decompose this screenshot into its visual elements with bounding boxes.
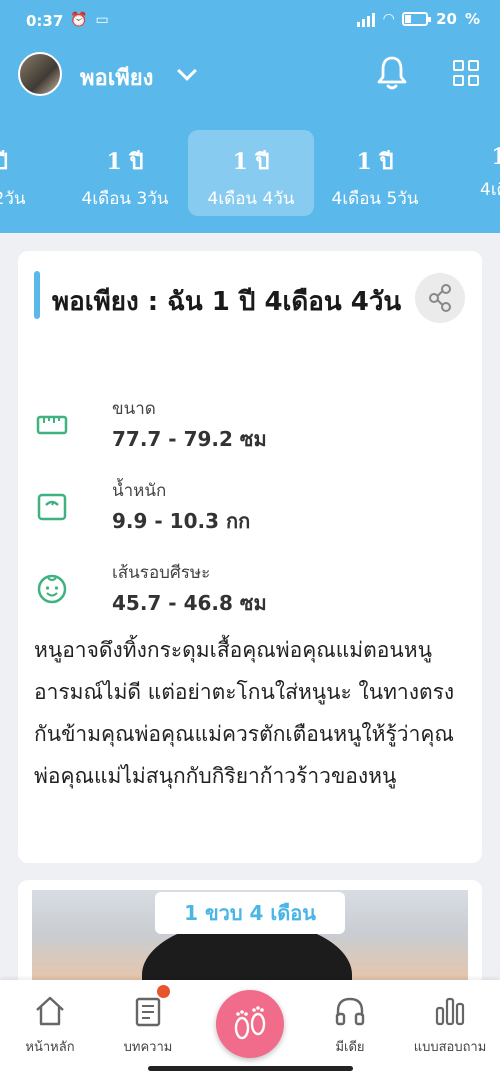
bell-icon[interactable] — [376, 55, 408, 91]
ruler-icon — [36, 415, 68, 435]
chevron-down-icon[interactable] — [177, 61, 197, 81]
stat-value: 45.7 - 46.8 ซม — [112, 591, 267, 615]
bar-chart-icon — [435, 997, 465, 1026]
article-icon — [135, 997, 161, 1027]
stat-weight: น้ำหนัก 9.9 - 10.3 กก — [36, 477, 436, 539]
stat-label: ขนาด — [112, 399, 156, 419]
age-tabs: ปี น 2วัน 1 ปี 4เดือน 3วัน 1 ปี 4เดือน 4… — [0, 130, 500, 216]
article-card[interactable]: 1 ขวบ 4 เดือน — [18, 880, 482, 990]
stat-head-circumference: เส้นรอบศีรษะ 45.7 - 46.8 ซม — [36, 559, 436, 621]
scale-icon — [37, 493, 67, 521]
tab-age-next2[interactable]: 1 4เดือ — [436, 130, 500, 216]
nav-home[interactable]: หน้าหลัก — [0, 980, 100, 1060]
card-title: พอเพียง : ฉัน 1 ปี 4เดือน 4วัน — [52, 287, 402, 317]
alarm-icon: ⏰ — [70, 12, 88, 28]
tab-age-prev2[interactable]: ปี น 2วัน — [0, 130, 64, 216]
grid-menu-icon[interactable] — [453, 60, 479, 86]
nav-label: บทความ — [123, 1040, 173, 1055]
stat-value: 77.7 - 79.2 ซม — [112, 427, 267, 451]
share-button[interactable] — [415, 273, 465, 323]
avatar[interactable] — [18, 52, 62, 96]
status-bar: 0:37 ⏰ ▭ ◠ 20% — [0, 0, 500, 42]
nav-articles[interactable]: บทความ — [98, 980, 198, 1060]
status-icons: ⏰ ▭ — [70, 12, 109, 28]
home-indicator — [148, 1066, 353, 1071]
nav-label: แบบสอบถาม — [413, 1040, 487, 1055]
baby-face-icon — [37, 574, 67, 604]
stat-label: น้ำหนัก — [112, 481, 167, 501]
development-description: หนูอาจดึงทิ้งกระดุมเสื้อคุณพ่อคุณแม่ตอนห… — [34, 638, 455, 788]
tab-age-prev1[interactable]: 1 ปี 4เดือน 3วัน — [62, 130, 188, 216]
status-time: 0:37 — [26, 12, 64, 30]
home-icon — [36, 996, 64, 1026]
tab-age-next1[interactable]: 1 ปี 4เดือน 5วัน — [312, 130, 438, 216]
nav-label: หน้าหลัก — [25, 1040, 75, 1055]
tab-age-current[interactable]: 1 ปี 4เดือน 4วัน — [188, 130, 314, 216]
footprints-icon — [234, 1006, 266, 1040]
stat-label: เส้นรอบศีรษะ — [112, 563, 211, 583]
nav-survey[interactable]: แบบสอบถาม — [400, 980, 500, 1060]
status-right: ◠ 20% — [357, 10, 480, 28]
signal-icon — [357, 11, 376, 27]
line-app-icon: ▭ — [95, 12, 109, 28]
nav-media[interactable]: มีเดีย — [300, 980, 400, 1060]
percent-sign: % — [464, 10, 480, 28]
profile-name[interactable]: พอเพียง — [80, 60, 153, 95]
wifi-icon: ◠ — [383, 11, 395, 27]
share-icon — [429, 284, 451, 312]
notification-dot — [157, 985, 170, 998]
nav-label: มีเดีย — [335, 1040, 365, 1055]
battery-percent: 20 — [436, 10, 457, 28]
stat-value: 9.9 - 10.3 กก — [112, 509, 251, 533]
battery-icon — [402, 12, 432, 26]
article-age-badge: 1 ขวบ 4 เดือน — [155, 892, 345, 934]
stat-length: ขนาด 77.7 - 79.2 ซม — [36, 395, 436, 457]
development-card: พอเพียง : ฉัน 1 ปี 4เดือน 4วัน ขนาด 77.7… — [18, 251, 482, 863]
title-accent-bar — [34, 271, 40, 319]
headphones-icon — [335, 997, 365, 1026]
app-header: 0:37 ⏰ ▭ ◠ 20% พอเพียง ปี น 2วัน 1 ปี 4เ… — [0, 0, 500, 233]
footprint-button[interactable] — [216, 990, 284, 1058]
